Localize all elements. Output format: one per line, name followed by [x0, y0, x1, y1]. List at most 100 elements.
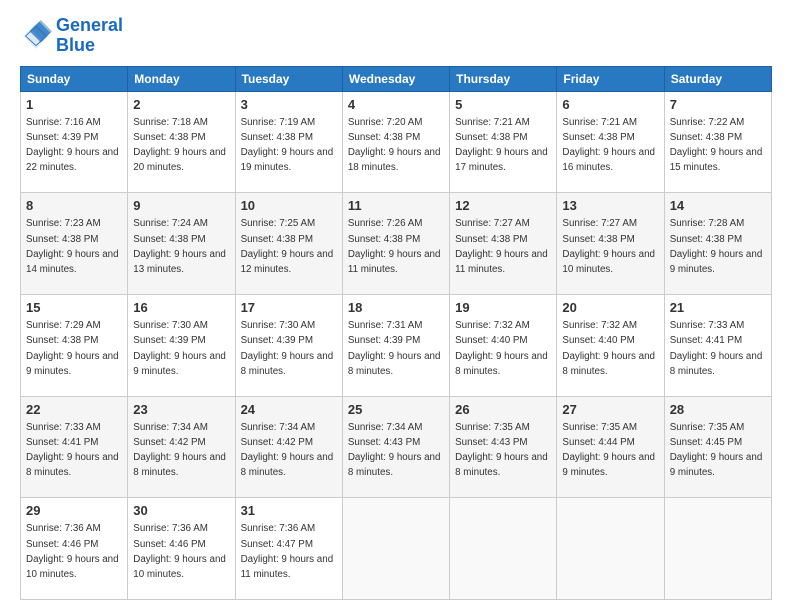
- day-header-tuesday: Tuesday: [235, 66, 342, 91]
- week-row-4: 22 Sunrise: 7:33 AMSunset: 4:41 PMDayligh…: [21, 396, 772, 498]
- day-number: 2: [133, 96, 229, 114]
- week-row-5: 29 Sunrise: 7:36 AMSunset: 4:46 PMDayligh…: [21, 498, 772, 600]
- calendar-cell: 27 Sunrise: 7:35 AMSunset: 4:44 PMDayligh…: [557, 396, 664, 498]
- calendar-cell: 17 Sunrise: 7:30 AMSunset: 4:39 PMDayligh…: [235, 294, 342, 396]
- day-info: Sunrise: 7:29 AMSunset: 4:38 PMDaylight:…: [26, 320, 119, 377]
- day-info: Sunrise: 7:31 AMSunset: 4:39 PMDaylight:…: [348, 320, 441, 377]
- day-info: Sunrise: 7:18 AMSunset: 4:38 PMDaylight:…: [133, 117, 226, 174]
- calendar-cell: 14 Sunrise: 7:28 AMSunset: 4:38 PMDayligh…: [664, 193, 771, 295]
- calendar-cell: 4 Sunrise: 7:20 AMSunset: 4:38 PMDaylight…: [342, 91, 449, 193]
- day-info: Sunrise: 7:34 AMSunset: 4:42 PMDaylight:…: [133, 422, 226, 479]
- day-header-wednesday: Wednesday: [342, 66, 449, 91]
- calendar-cell: 28 Sunrise: 7:35 AMSunset: 4:45 PMDayligh…: [664, 396, 771, 498]
- day-number: 11: [348, 197, 444, 215]
- day-number: 14: [670, 197, 766, 215]
- day-number: 19: [455, 299, 551, 317]
- day-number: 20: [562, 299, 658, 317]
- calendar-cell: 30 Sunrise: 7:36 AMSunset: 4:46 PMDayligh…: [128, 498, 235, 600]
- header-row: SundayMondayTuesdayWednesdayThursdayFrid…: [21, 66, 772, 91]
- calendar-cell: 11 Sunrise: 7:26 AMSunset: 4:38 PMDayligh…: [342, 193, 449, 295]
- calendar-cell: 3 Sunrise: 7:19 AMSunset: 4:38 PMDaylight…: [235, 91, 342, 193]
- calendar-cell: 15 Sunrise: 7:29 AMSunset: 4:38 PMDayligh…: [21, 294, 128, 396]
- logo-icon: [20, 20, 52, 52]
- day-number: 13: [562, 197, 658, 215]
- calendar-cell: 1Sunrise: 7:16 AMSunset: 4:39 PMDaylight…: [21, 91, 128, 193]
- day-info: Sunrise: 7:27 AMSunset: 4:38 PMDaylight:…: [455, 218, 548, 275]
- day-number: 29: [26, 502, 122, 520]
- day-header-saturday: Saturday: [664, 66, 771, 91]
- calendar-cell: 24Sunrise: 7:34 AMSunset: 4:42 PMDayligh…: [235, 396, 342, 498]
- day-number: 17: [241, 299, 337, 317]
- day-number: 28: [670, 401, 766, 419]
- calendar-cell: 26 Sunrise: 7:35 AMSunset: 4:43 PMDayligh…: [450, 396, 557, 498]
- logo-text: General Blue: [56, 16, 123, 56]
- day-number: 8: [26, 197, 122, 215]
- day-info: Sunrise: 7:33 AMSunset: 4:41 PMDaylight:…: [670, 320, 763, 377]
- day-info: Sunrise: 7:30 AMSunset: 4:39 PMDaylight:…: [241, 320, 334, 377]
- calendar-cell: 29 Sunrise: 7:36 AMSunset: 4:46 PMDayligh…: [21, 498, 128, 600]
- calendar-cell: 2 Sunrise: 7:18 AMSunset: 4:38 PMDaylight…: [128, 91, 235, 193]
- day-info: Sunrise: 7:34 AMSunset: 4:43 PMDaylight:…: [348, 422, 441, 479]
- calendar-cell: 9Sunrise: 7:24 AMSunset: 4:38 PMDaylight…: [128, 193, 235, 295]
- day-info: Sunrise: 7:28 AMSunset: 4:38 PMDaylight:…: [670, 218, 763, 275]
- day-info: Sunrise: 7:33 AMSunset: 4:41 PMDaylight:…: [26, 422, 119, 479]
- day-number: 4: [348, 96, 444, 114]
- day-number: 23: [133, 401, 229, 419]
- day-info: Sunrise: 7:16 AMSunset: 4:39 PMDaylight:…: [26, 117, 119, 174]
- day-number: 24: [241, 401, 337, 419]
- calendar-cell: [557, 498, 664, 600]
- day-number: 3: [241, 96, 337, 114]
- day-info: Sunrise: 7:36 AMSunset: 4:47 PMDaylight:…: [241, 523, 334, 580]
- week-row-2: 8 Sunrise: 7:23 AMSunset: 4:38 PMDaylight…: [21, 193, 772, 295]
- day-info: Sunrise: 7:21 AMSunset: 4:38 PMDaylight:…: [455, 117, 548, 174]
- day-info: Sunrise: 7:21 AMSunset: 4:38 PMDaylight:…: [562, 117, 655, 174]
- calendar-cell: [342, 498, 449, 600]
- day-header-friday: Friday: [557, 66, 664, 91]
- day-number: 5: [455, 96, 551, 114]
- day-info: Sunrise: 7:32 AMSunset: 4:40 PMDaylight:…: [455, 320, 548, 377]
- day-info: Sunrise: 7:25 AMSunset: 4:38 PMDaylight:…: [241, 218, 334, 275]
- day-number: 26: [455, 401, 551, 419]
- calendar-cell: 25 Sunrise: 7:34 AMSunset: 4:43 PMDayligh…: [342, 396, 449, 498]
- calendar-cell: 6Sunrise: 7:21 AMSunset: 4:38 PMDaylight…: [557, 91, 664, 193]
- day-header-monday: Monday: [128, 66, 235, 91]
- day-info: Sunrise: 7:26 AMSunset: 4:38 PMDaylight:…: [348, 218, 441, 275]
- calendar-cell: 31Sunrise: 7:36 AMSunset: 4:47 PMDayligh…: [235, 498, 342, 600]
- calendar-cell: 21 Sunrise: 7:33 AMSunset: 4:41 PMDayligh…: [664, 294, 771, 396]
- day-number: 16: [133, 299, 229, 317]
- header: General Blue: [20, 16, 772, 56]
- day-info: Sunrise: 7:36 AMSunset: 4:46 PMDaylight:…: [26, 523, 119, 580]
- day-number: 25: [348, 401, 444, 419]
- calendar-cell: 20Sunrise: 7:32 AMSunset: 4:40 PMDayligh…: [557, 294, 664, 396]
- calendar-cell: 23 Sunrise: 7:34 AMSunset: 4:42 PMDayligh…: [128, 396, 235, 498]
- day-info: Sunrise: 7:22 AMSunset: 4:38 PMDaylight:…: [670, 117, 763, 174]
- day-info: Sunrise: 7:19 AMSunset: 4:38 PMDaylight:…: [241, 117, 334, 174]
- day-info: Sunrise: 7:20 AMSunset: 4:38 PMDaylight:…: [348, 117, 441, 174]
- day-info: Sunrise: 7:35 AMSunset: 4:44 PMDaylight:…: [562, 422, 655, 479]
- calendar-cell: [450, 498, 557, 600]
- day-number: 9: [133, 197, 229, 215]
- calendar-cell: 12Sunrise: 7:27 AMSunset: 4:38 PMDayligh…: [450, 193, 557, 295]
- day-info: Sunrise: 7:27 AMSunset: 4:38 PMDaylight:…: [562, 218, 655, 275]
- day-number: 30: [133, 502, 229, 520]
- day-info: Sunrise: 7:35 AMSunset: 4:45 PMDaylight:…: [670, 422, 763, 479]
- calendar-cell: 8 Sunrise: 7:23 AMSunset: 4:38 PMDaylight…: [21, 193, 128, 295]
- day-number: 15: [26, 299, 122, 317]
- day-number: 22: [26, 401, 122, 419]
- logo: General Blue: [20, 16, 123, 56]
- day-info: Sunrise: 7:23 AMSunset: 4:38 PMDaylight:…: [26, 218, 119, 275]
- day-number: 10: [241, 197, 337, 215]
- calendar-cell: 5 Sunrise: 7:21 AMSunset: 4:38 PMDaylight…: [450, 91, 557, 193]
- day-info: Sunrise: 7:35 AMSunset: 4:43 PMDaylight:…: [455, 422, 548, 479]
- calendar-cell: 19 Sunrise: 7:32 AMSunset: 4:40 PMDayligh…: [450, 294, 557, 396]
- page: General Blue SundayMondayTuesdayWednesda…: [0, 0, 792, 612]
- day-number: 7: [670, 96, 766, 114]
- calendar-table: SundayMondayTuesdayWednesdayThursdayFrid…: [20, 66, 772, 600]
- day-number: 27: [562, 401, 658, 419]
- day-header-thursday: Thursday: [450, 66, 557, 91]
- week-row-3: 15 Sunrise: 7:29 AMSunset: 4:38 PMDayligh…: [21, 294, 772, 396]
- day-info: Sunrise: 7:36 AMSunset: 4:46 PMDaylight:…: [133, 523, 226, 580]
- day-number: 18: [348, 299, 444, 317]
- calendar-cell: 10 Sunrise: 7:25 AMSunset: 4:38 PMDayligh…: [235, 193, 342, 295]
- day-number: 21: [670, 299, 766, 317]
